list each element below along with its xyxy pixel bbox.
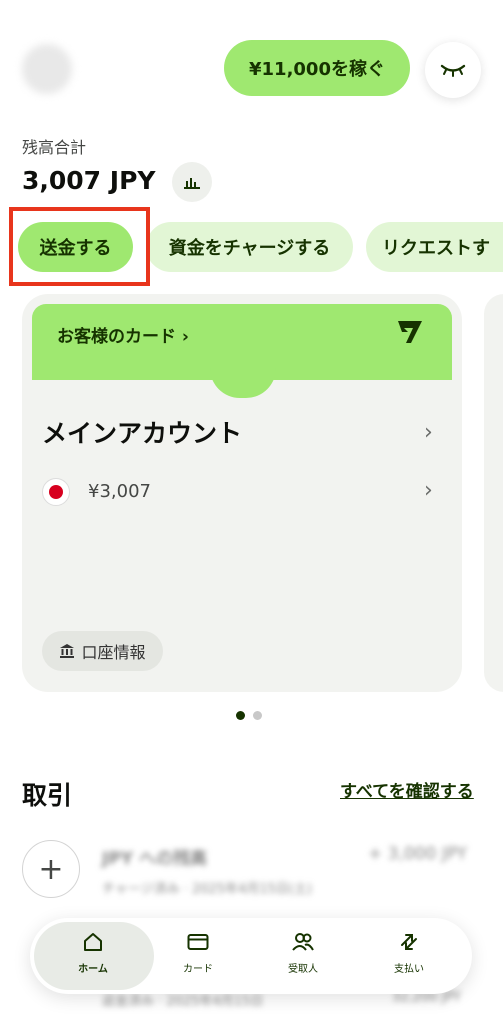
transactions-title: 取引 bbox=[22, 781, 73, 810]
pager-dot[interactable] bbox=[253, 711, 262, 720]
bar-chart-icon bbox=[184, 178, 200, 189]
nav-label: 受取人 bbox=[288, 964, 318, 975]
nav-home[interactable]: ホーム bbox=[48, 930, 138, 975]
nav-label: ホーム bbox=[78, 964, 108, 975]
recipients-icon bbox=[292, 933, 314, 951]
insights-button[interactable] bbox=[172, 162, 212, 202]
plus-icon: + bbox=[22, 840, 80, 898]
account-details-button[interactable]: 口座情報 bbox=[42, 631, 163, 671]
transaction-name[interactable]: JPY への残高 bbox=[102, 844, 207, 869]
balance-label: 残高合計 bbox=[22, 138, 87, 157]
japan-flag-icon bbox=[42, 478, 70, 506]
bank-details-label: 口座情報 bbox=[81, 643, 146, 662]
nav-card[interactable]: カード bbox=[153, 930, 243, 975]
chevron-right-icon: › bbox=[424, 478, 433, 503]
currency-balance[interactable]: ¥3,007 bbox=[88, 481, 151, 502]
balance-value: 3,007 JPY bbox=[22, 166, 156, 195]
nav-recipients[interactable]: 受取人 bbox=[258, 930, 348, 975]
transaction-subtitle: チャージ済み · 2025年4月15日(土) bbox=[102, 882, 313, 897]
earn-reward-button[interactable]: ¥11,000を稼ぐ bbox=[224, 40, 410, 96]
pager-dot-active[interactable] bbox=[236, 711, 245, 720]
see-all-link[interactable]: すべてを確認する bbox=[340, 777, 474, 802]
annotation-highlight-box bbox=[9, 207, 150, 286]
bank-icon bbox=[60, 644, 75, 658]
carousel-pager bbox=[236, 711, 262, 720]
add-money-button[interactable]: 資金をチャージする bbox=[146, 222, 353, 272]
next-account-card[interactable] bbox=[484, 294, 503, 692]
your-card-link[interactable]: お客様のカード › bbox=[57, 322, 189, 347]
nav-label: カード bbox=[183, 964, 213, 975]
wise-logo-icon bbox=[398, 321, 422, 343]
nav-payments[interactable]: 支払い bbox=[364, 930, 454, 975]
payments-icon bbox=[401, 934, 417, 950]
transaction-amount: + 3,000 JPY bbox=[368, 844, 467, 864]
eye-closed-icon bbox=[440, 64, 466, 77]
home-icon bbox=[84, 933, 102, 951]
chevron-right-icon: › bbox=[424, 420, 433, 445]
request-button[interactable]: リクエストす bbox=[366, 222, 503, 272]
account-name[interactable]: メインアカウント bbox=[42, 414, 242, 450]
hide-balance-button[interactable] bbox=[425, 42, 481, 98]
card-icon bbox=[187, 934, 209, 950]
avatar[interactable] bbox=[22, 44, 72, 94]
nav-label: 支払い bbox=[394, 964, 424, 975]
